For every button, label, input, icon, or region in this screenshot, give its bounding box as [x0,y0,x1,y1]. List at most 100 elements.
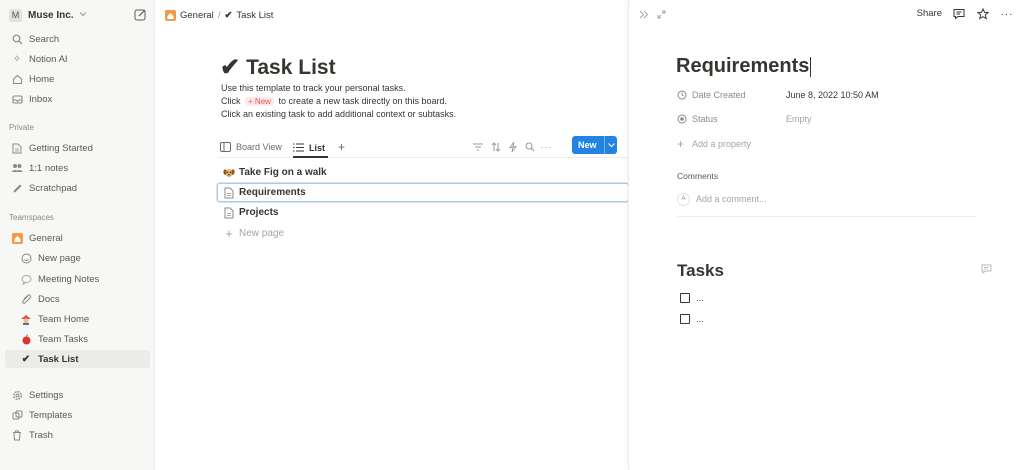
tab-list[interactable]: List [293,139,329,158]
page-description-line-3: Click an existing task to add additional… [221,109,457,119]
inbox-icon [10,92,24,106]
star-icon[interactable] [976,7,990,21]
sidebar-item-label: Notion AI [29,53,68,65]
tab-board-view[interactable]: Board View [220,139,282,155]
search-icon[interactable] [523,140,536,153]
chevron-down-icon [79,10,87,20]
teamspaces-header: Teamspaces [9,213,54,222]
todo-text[interactable]: ... [696,314,704,324]
more-options-icon[interactable]: ··· [1000,7,1014,21]
todo-item[interactable]: ... [680,312,704,326]
clock-icon [677,90,689,100]
comment-placeholder: Add a comment... [696,194,767,204]
property-value[interactable]: Empty [786,114,812,124]
workspace-badge: M [9,8,22,22]
new-page-icon[interactable] [134,8,147,21]
close-peek-icon[interactable] [637,8,650,21]
tab-label: Board View [236,142,282,152]
avatar: A [677,192,690,206]
board-icon [220,142,231,152]
sparkle-icon: ✧ [12,53,22,65]
breadcrumb-parent[interactable]: General [180,10,214,21]
sidebar-item-new-page[interactable]: New page [5,249,150,267]
comment-icon[interactable] [981,264,993,276]
tab-label: List [309,142,326,153]
breadcrumb: General / ✔ Task List [165,7,273,23]
sidebar-item-getting-started[interactable]: Getting Started [5,139,150,157]
status-icon [677,114,689,124]
automation-icon[interactable] [506,140,519,153]
sort-icon[interactable] [489,140,502,153]
share-button[interactable]: Share [917,8,942,19]
dog-emoji-icon [222,166,236,180]
list-item-title: Projects [239,207,279,218]
checkmark-icon[interactable]: ✔ [220,53,240,82]
sidebar-item-docs[interactable]: Docs [5,290,150,308]
new-page-row[interactable]: + New page [218,224,628,243]
private-header: Private [9,123,34,132]
list-item[interactable]: Requirements [217,183,629,202]
list-item[interactable]: Take Fig on a walk [218,163,628,182]
sidebar-item-inbox[interactable]: Inbox [5,90,150,108]
comment-icon[interactable] [952,7,966,21]
sidebar-item-team-home[interactable]: Team Home [5,310,150,328]
sidebar-item-label: Getting Started [29,142,93,154]
checkbox[interactable] [680,293,690,303]
add-view-button[interactable]: + [338,139,345,155]
property-date-created[interactable]: Date Created [677,87,746,103]
breadcrumb-current[interactable]: Task List [236,10,273,21]
search-icon [10,32,24,46]
sidebar-item-task-list[interactable]: ✔ Task List [5,350,150,368]
sidebar-item-label: Trash [29,429,53,441]
filter-icon[interactable] [471,140,484,153]
new-button[interactable]: New [572,136,617,154]
sidebar-item-label: Templates [29,409,73,421]
sidebar-item-label: Settings [29,389,64,401]
plus-icon: + [677,137,685,151]
add-property-button[interactable]: + Add a property [677,136,751,152]
sidebar-item-trash[interactable]: Trash [5,426,150,444]
todo-item[interactable]: ... [680,291,704,305]
sidebar-item-home[interactable]: Home [5,70,150,88]
sidebar-item-settings[interactable]: Settings [5,386,150,404]
templates-icon [10,408,24,422]
sidebar-item-label: Search [29,33,60,45]
workspace-name: Muse Inc. [28,9,74,21]
sidebar-item-scratchpad[interactable]: Scratchpad [5,179,150,197]
workspace-switcher[interactable]: M Muse Inc. [9,6,149,24]
plus-icon: + [225,226,233,241]
house-emoji-icon [165,9,176,21]
sidebar-item-label: Team Tasks [38,333,88,345]
divider [677,216,977,217]
tasks-heading[interactable]: Tasks [677,261,724,281]
peek-panel: Share ··· Requirements Date Created June… [628,0,1024,470]
page-title[interactable]: Task List [246,56,335,80]
sidebar-item-templates[interactable]: Templates [5,406,150,424]
property-status[interactable]: Status [677,111,718,127]
page-icon [10,141,24,155]
peek-page-title[interactable]: Requirements [676,55,812,78]
sidebar-item-label: Meeting Notes [38,273,100,285]
sidebar-item-team-tasks[interactable]: Team Tasks [5,330,150,348]
property-value: June 8, 2022 10:50 AM [786,90,879,100]
todo-text[interactable]: ... [696,293,704,303]
chevron-down-icon[interactable] [604,136,617,154]
sidebar-item-label: Home [29,73,55,85]
paperclip-icon [19,292,33,306]
sidebar-item-meeting-notes[interactable]: Meeting Notes [5,270,150,288]
checkbox[interactable] [680,314,690,324]
sidebar-item-general[interactable]: General [5,229,150,247]
sidebar-item-label: Docs [38,293,60,305]
expand-icon[interactable] [655,8,668,21]
trash-icon [10,428,24,442]
sidebar-item-notion-ai[interactable]: ✧ Notion AI [5,50,150,68]
list-item[interactable]: Projects [218,203,628,222]
more-options-icon[interactable]: ··· [540,140,553,153]
text-caret [810,56,812,77]
checkmark-icon: ✔ [224,9,233,21]
sidebar-item-1-1-notes[interactable]: 1:1 notes [5,159,150,177]
comment-input[interactable]: A Add a comment... [677,191,977,207]
property-name: Date Created [692,90,746,100]
new-page-label: New page [239,228,285,239]
sidebar-item-search[interactable]: Search [5,30,150,48]
